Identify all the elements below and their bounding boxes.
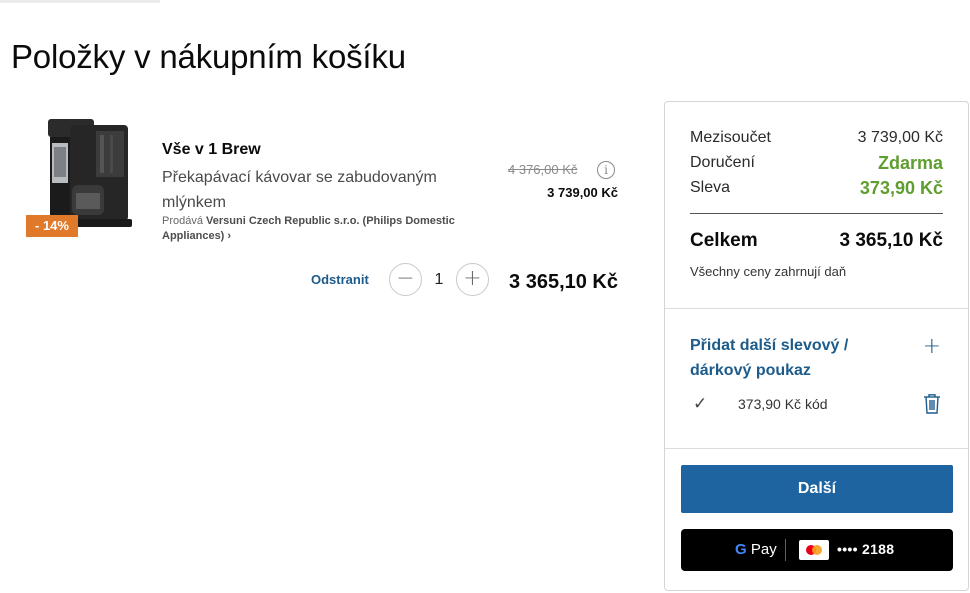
discount-row: Sleva 373,90 Kč (690, 178, 943, 198)
page-title: Položky v nákupním košíku (11, 38, 406, 75)
seller-prefix: Prodává (162, 215, 203, 227)
plus-icon: + (463, 266, 482, 291)
gpay-separator (785, 539, 786, 561)
top-tab-stub (0, 0, 160, 3)
mastercard-icon (799, 540, 829, 560)
delivery-row: Doručení Zdarma (690, 153, 943, 173)
next-button[interactable]: Další (681, 465, 953, 513)
product-name[interactable]: Vše v 1 Brew (162, 141, 261, 159)
trash-icon[interactable] (923, 393, 941, 414)
order-summary-card: Mezisoučet 3 739,00 Kč Doručení Zdarma S… (664, 101, 969, 591)
google-pay-button[interactable]: G Pay •••• 2188 (681, 529, 953, 571)
section-divider (665, 448, 968, 449)
info-icon[interactable]: i (597, 161, 615, 179)
delivery-label: Doručení (690, 154, 755, 171)
minus-icon: − (396, 266, 415, 291)
delivery-value: Zdarma (877, 153, 943, 173)
applied-voucher: 373,90 Kč kód (738, 396, 828, 412)
add-voucher-link[interactable]: Přidat další slevový / dárkový poukaz (690, 333, 890, 383)
total-value: 3 365,10 Kč (839, 230, 943, 251)
discount-label: Sleva (690, 179, 731, 196)
card-last-digits: •••• 2188 (837, 541, 895, 557)
section-divider (665, 308, 968, 309)
total-label: Celkem (690, 230, 758, 251)
price-original: 4 376,00 Kč (508, 162, 578, 177)
line-total: 3 365,10 Kč (509, 271, 618, 293)
subtotal-label: Mezisoučet (690, 129, 771, 146)
seller-info: Prodává Versuni Czech Republic s.r.o. (P… (162, 214, 482, 244)
seller-link[interactable]: Versuni Czech Republic s.r.o. (Philips D… (162, 215, 455, 242)
discount-value: 373,90 Kč (859, 178, 943, 198)
check-icon: ✓ (693, 394, 708, 413)
total-row: Celkem 3 365,10 Kč (690, 230, 943, 252)
tax-note: Všechny ceny zahrnují daň (690, 264, 847, 279)
remove-item-link[interactable]: Odstranit (311, 272, 369, 287)
subtotal-value: 3 739,00 Kč (857, 129, 943, 146)
quantity-increase-button[interactable]: + (456, 263, 489, 296)
price-current: 3 739,00 Kč (547, 185, 618, 200)
discount-badge: - 14% (26, 215, 78, 237)
product-description: Překapávací kávovar se zabudovaným mlýnk… (162, 169, 437, 211)
summary-divider (690, 213, 943, 214)
quantity-decrease-button[interactable]: − (389, 263, 422, 296)
quantity-value: 1 (434, 271, 444, 288)
google-pay-logo: G Pay (735, 541, 777, 558)
subtotal-row: Mezisoučet 3 739,00 Kč (690, 129, 943, 147)
plus-icon[interactable]: + (923, 334, 941, 359)
